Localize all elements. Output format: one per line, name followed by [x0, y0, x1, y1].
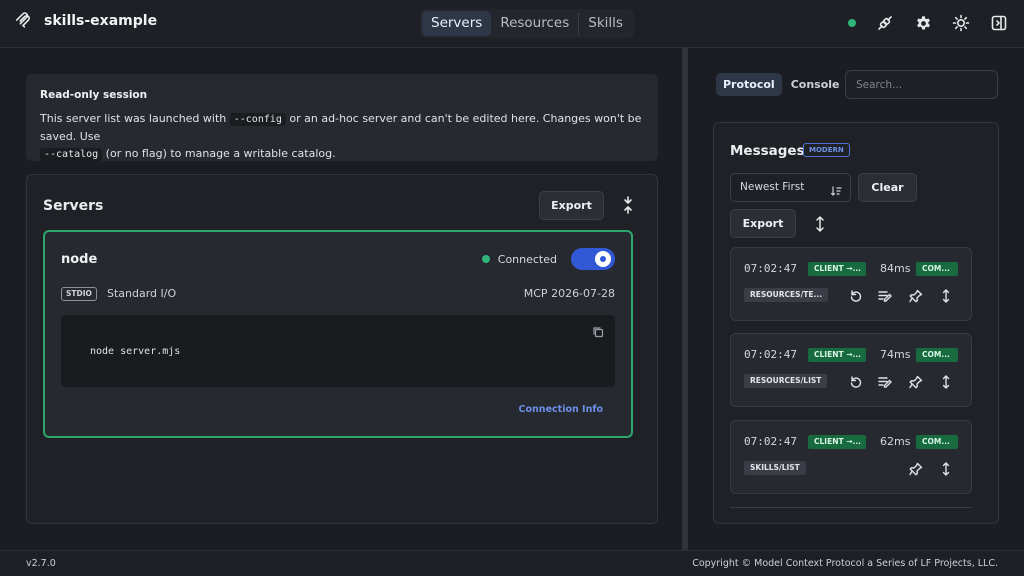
pin-icon[interactable]: [907, 374, 924, 390]
panel-tabs: Protocol Console: [716, 73, 847, 96]
tab-skills[interactable]: Skills: [579, 11, 632, 36]
server-name: node: [61, 252, 98, 267]
sort-order-label: Newest First: [740, 181, 805, 193]
top-bar: skills-example Servers Resources Skills: [0, 0, 1024, 48]
messages-card: Messages MODERN Newest First Clear Expor…: [713, 122, 999, 524]
direction-badge: CLIENT →...: [808, 348, 866, 362]
servers-card: Servers Export node Connected STDIO Stan…: [26, 174, 658, 524]
server-connection-status: Connected: [481, 248, 615, 270]
sun-icon[interactable]: [952, 14, 970, 32]
app-version: v2.7.0: [26, 558, 56, 569]
tab-console[interactable]: Console: [784, 73, 847, 96]
message-actions: [847, 288, 954, 304]
connected-dot: [481, 255, 490, 263]
transport-label: Standard I/O: [107, 287, 177, 300]
server-command: node server.mjs: [90, 346, 181, 357]
message-time: 07:02:47: [744, 348, 797, 361]
protocol-version: MCP 2026-07-28: [523, 287, 615, 300]
message-duration: 62ms: [880, 435, 911, 448]
message-status-badge: COM...: [916, 435, 958, 449]
message-actions: [907, 461, 954, 477]
notice-text: This server list was launched with --con…: [40, 110, 644, 163]
search-input[interactable]: [845, 70, 998, 99]
message-status-badge: COM...: [916, 262, 958, 276]
message-item[interactable]: 07:02:47 CLIENT →... 74ms COM... RESOURC…: [730, 333, 972, 407]
edit-request-icon[interactable]: [877, 288, 894, 304]
tab-servers[interactable]: Servers: [422, 11, 492, 36]
edit-request-icon[interactable]: [877, 374, 894, 390]
app-title: skills-example: [44, 13, 158, 29]
connection-icon[interactable]: [876, 14, 894, 32]
collapse-messages-icon[interactable]: [811, 215, 829, 233]
notice-title: Read-only session: [40, 89, 148, 101]
method-badge: SKILLS/LIST: [744, 461, 806, 475]
message-status-badge: COM...: [916, 348, 958, 362]
readonly-notice: Read-only session This server list was l…: [26, 74, 658, 161]
notice-text-1: This server list was launched with: [40, 112, 230, 125]
direction-badge: CLIENT →...: [808, 435, 866, 449]
collapse-icon[interactable]: [619, 196, 637, 214]
message-actions: [847, 374, 954, 390]
toggle-knob: [595, 251, 611, 267]
message-item[interactable]: 07:02:47 CLIENT →... 84ms COM... RESOURC…: [730, 247, 972, 321]
footer: v2.7.0 Copyright © Model Context Protoco…: [0, 550, 1024, 576]
connection-status-dot: [848, 19, 856, 27]
next-message-edge: [730, 507, 972, 508]
notice-code-config: --config: [229, 113, 286, 126]
notice-text-3: (or no flag) to manage a writable catalo…: [102, 147, 336, 160]
connection-status-label: Connected: [497, 252, 557, 266]
transport-badge: STDIO: [61, 287, 97, 301]
mcp-logo-icon: [14, 12, 32, 30]
notice-code-catalog: --catalog: [40, 148, 103, 161]
message-time: 07:02:47: [744, 435, 797, 448]
method-badge: RESOURCES/LIST: [744, 374, 828, 388]
direction-badge: CLIENT →...: [808, 262, 866, 276]
top-actions: [848, 14, 1008, 32]
sort-icon: [830, 181, 842, 208]
message-duration: 74ms: [880, 348, 911, 361]
sidebar-toggle-icon[interactable]: [990, 14, 1008, 32]
servers-export-button[interactable]: Export: [539, 191, 604, 220]
pin-icon[interactable]: [907, 288, 924, 304]
message-duration: 84ms: [880, 262, 911, 275]
method-badge: RESOURCES/TE...: [744, 288, 829, 302]
messages-export-button[interactable]: Export: [730, 209, 796, 238]
servers-pane: Read-only session This server list was l…: [0, 48, 682, 550]
connection-info-link[interactable]: Connection Info: [519, 404, 603, 415]
sort-order-select[interactable]: Newest First: [730, 173, 851, 202]
messages-title: Messages: [730, 143, 805, 159]
tab-resources[interactable]: Resources: [491, 11, 578, 36]
command-box: node server.mjs: [61, 315, 615, 387]
server-enable-toggle[interactable]: [571, 248, 615, 270]
message-time: 07:02:47: [744, 262, 797, 275]
copy-icon[interactable]: [589, 323, 607, 341]
transport-mode-badge: MODERN: [803, 143, 850, 157]
gear-icon[interactable]: [914, 14, 932, 32]
protocol-pane: Protocol Console Messages MODERN Newest …: [688, 48, 1024, 550]
clear-button[interactable]: Clear: [858, 173, 917, 202]
copyright-text: Copyright © Model Context Protocol a Ser…: [692, 558, 998, 569]
server-card-node[interactable]: node Connected STDIO Standard I/O MCP 20…: [43, 230, 633, 438]
brand: skills-example: [14, 12, 157, 30]
expand-icon[interactable]: [937, 374, 954, 390]
message-item[interactable]: 07:02:47 CLIENT →... 62ms COM... SKILLS/…: [730, 420, 972, 494]
replay-icon[interactable]: [847, 288, 864, 304]
main-nav-tabs: Servers Resources Skills: [420, 9, 634, 38]
expand-icon[interactable]: [937, 461, 954, 477]
tab-protocol[interactable]: Protocol: [716, 73, 782, 96]
pin-icon[interactable]: [907, 461, 924, 477]
replay-icon[interactable]: [847, 374, 864, 390]
servers-title: Servers: [43, 198, 104, 214]
expand-icon[interactable]: [937, 288, 954, 304]
